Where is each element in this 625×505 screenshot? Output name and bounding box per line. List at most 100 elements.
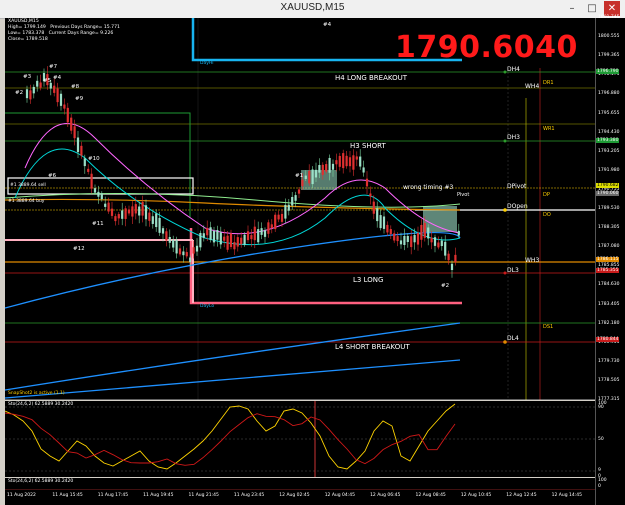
trade-marker: #12: [73, 246, 85, 252]
level-dh3: DH3: [507, 134, 520, 141]
time-tick: 11 Aug 19:45: [143, 493, 174, 498]
level-dpivot: DPivot: [507, 183, 527, 190]
price-badge: 1793.380: [596, 138, 620, 143]
candle: [97, 191, 100, 197]
candle: [202, 233, 205, 238]
level-wh3: WH3: [525, 257, 539, 264]
level-dopen: DOpen: [507, 203, 528, 210]
close-label: Close= 1789.518: [8, 37, 48, 42]
candle: [457, 230, 460, 236]
candle: [155, 213, 158, 228]
osc1-tick: 50: [598, 437, 604, 442]
maximize-icon[interactable]: □: [584, 1, 600, 16]
candle: [413, 235, 416, 243]
candle: [148, 212, 151, 221]
title-bar[interactable]: XAUUSD,M15 – □ ✕: [0, 0, 625, 19]
candle: [291, 196, 294, 206]
stochastic-panel[interactable]: Sto(24,6,2) 62.5889 30.2420: [5, 401, 595, 477]
candle: [253, 226, 256, 241]
sell-label: #1 3889.64 sell: [10, 183, 46, 188]
price-tick: 1800.555: [598, 34, 620, 40]
candle: [331, 163, 335, 170]
price-tick: 1788.305: [598, 225, 620, 231]
candle: [104, 203, 107, 207]
price-tick: 1794.430: [598, 129, 620, 135]
candle: [158, 217, 161, 233]
prev-range-label: Previous Days Range= 15.771: [50, 25, 120, 30]
pivot-label: Pivot: [457, 192, 470, 198]
time-tick: 12 Aug 02:45: [279, 493, 310, 498]
chart-window: XAUUSD,M15 – □ ✕ DH4 WH4 DR1 WR1 DH3 DPi…: [0, 0, 625, 505]
candle: [165, 231, 168, 241]
level-dl4: DL4: [507, 335, 519, 342]
candle: [382, 216, 386, 229]
candle: [240, 237, 243, 245]
candle: [416, 232, 420, 245]
candle: [199, 232, 202, 248]
candle: [437, 242, 440, 248]
candle: [403, 235, 406, 245]
candle: [450, 263, 454, 271]
candle: [233, 242, 236, 250]
candle: [172, 239, 175, 248]
candle: [338, 155, 341, 167]
price-tick: 1793.205: [598, 148, 620, 154]
candle: [243, 234, 246, 245]
window-title: XAUUSD,M15: [280, 2, 345, 13]
candle: [100, 193, 103, 200]
candle: [117, 214, 120, 219]
trade-marker: #4: [323, 22, 332, 28]
candle: [311, 169, 314, 185]
candle: [260, 228, 263, 235]
candle: [175, 239, 178, 254]
candle: [53, 85, 56, 93]
trade-marker: #8: [71, 84, 80, 90]
trade-marker: #6: [48, 173, 57, 179]
candle: [386, 224, 389, 233]
candle: [447, 253, 450, 261]
osc1-tick: 9: [598, 468, 601, 473]
stochastic-panel-2[interactable]: Sto(24,6,2) 62.5889 30.2420: [5, 478, 595, 490]
time-tick: 12 Aug 04:45: [324, 493, 356, 498]
time-tick: 12 Aug 08:45: [415, 493, 446, 498]
price-tick: 1795.655: [598, 110, 620, 116]
price-axis[interactable]: 1801.745 1800.555 1799.365 1798.175 1796.880…: [595, 15, 625, 505]
candle: [80, 145, 83, 156]
candle: [297, 189, 301, 194]
level-wh4: WH4: [525, 83, 539, 90]
candle: [393, 233, 396, 241]
candle: [454, 254, 457, 263]
candle: [267, 222, 270, 234]
candle: [294, 195, 297, 201]
candle: [318, 165, 321, 173]
time-tick: 11 Aug 17:45: [97, 493, 129, 498]
close-icon[interactable]: ✕: [604, 1, 620, 16]
candle: [124, 208, 127, 219]
candle: [321, 164, 324, 175]
high-label: High= 1799.149: [8, 25, 46, 30]
candle: [226, 235, 229, 250]
candle: [270, 224, 273, 229]
price-tick: 1784.630: [598, 282, 620, 288]
candle: [250, 235, 253, 240]
time-axis: 11 Aug 2022 11 Aug 15:45 11 Aug 17:45 11 Au…: [5, 490, 595, 505]
daylo-label: DayLo: [200, 304, 215, 309]
candle: [93, 188, 97, 193]
time-tick: 11 Aug 15:45: [52, 493, 83, 498]
candle: [263, 230, 267, 237]
candle: [355, 156, 358, 160]
candles-group: [25, 66, 460, 278]
candle: [127, 209, 131, 214]
level-dl3: DL3: [507, 267, 519, 274]
candle: [396, 236, 399, 242]
chart-info: XAUUSD,M15 High= 1799.149 Previous Days …: [8, 19, 120, 43]
candle: [219, 232, 222, 245]
candle: [114, 216, 117, 222]
price-tick: 1791.980: [598, 167, 620, 173]
candle: [141, 201, 144, 216]
price-tick: 1782.180: [598, 320, 620, 326]
price-chart[interactable]: DH4 WH4 DR1 WR1 DH3 DPivot DP DOpen DO W…: [5, 18, 595, 400]
candle: [365, 178, 369, 187]
minimize-icon[interactable]: –: [564, 1, 580, 16]
osc1-tick: 90: [598, 405, 604, 410]
